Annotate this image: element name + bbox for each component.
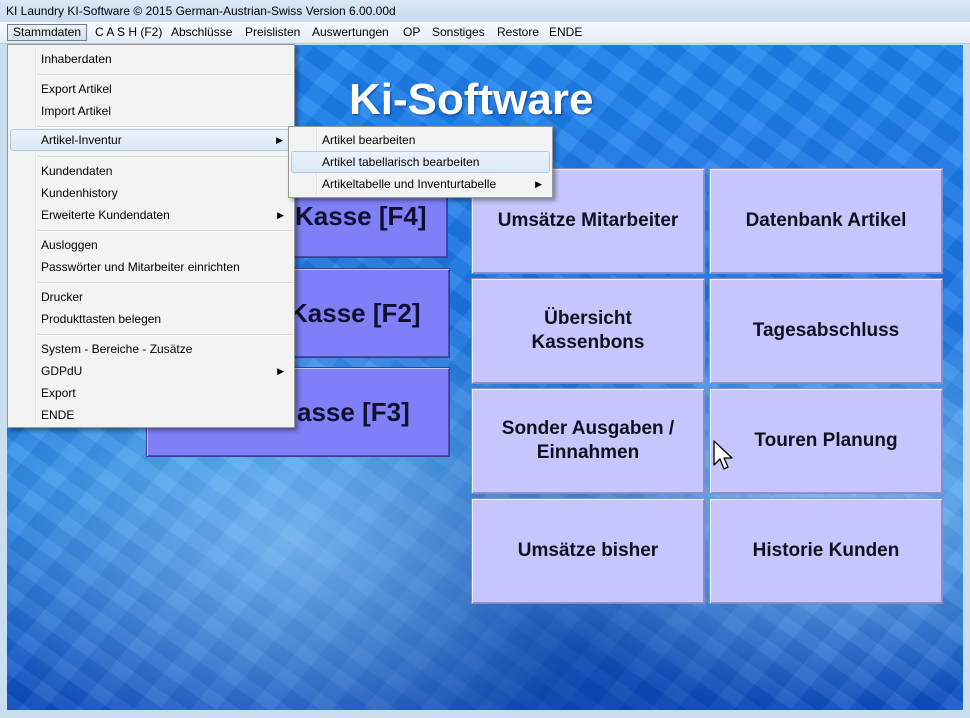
mouse-cursor-icon xyxy=(713,440,733,470)
menu-bar: Stammdaten C A S H (F2) Abschlüsse Preis… xyxy=(0,22,970,44)
tile-touren-planung[interactable]: Touren Planung xyxy=(709,388,943,494)
triangle-right-icon: ▶ xyxy=(535,179,542,189)
menu-separator xyxy=(38,74,292,76)
stammdaten-menu: Inhaberdaten Export Artikel Import Artik… xyxy=(7,44,295,428)
menu-item-gdpdu[interactable]: GDPdU ▶ xyxy=(10,360,292,382)
menu-separator xyxy=(38,126,292,128)
triangle-right-icon: ▶ xyxy=(277,210,284,220)
menu-item-erweiterte-kundendaten[interactable]: Erweiterte Kundendaten ▶ xyxy=(10,204,292,226)
menu-separator xyxy=(38,334,292,336)
menu-op[interactable]: OP xyxy=(398,24,425,41)
tile-umsaetze-bisher[interactable]: Umsätze bisher xyxy=(471,498,705,604)
window-title: KI Laundry KI-Software © 2015 German-Aus… xyxy=(6,4,396,18)
window-title-bar: KI Laundry KI-Software © 2015 German-Aus… xyxy=(0,0,970,22)
menu-item-label: Artikel-Inventur xyxy=(41,133,122,147)
menu-stammdaten[interactable]: Stammdaten xyxy=(7,24,88,41)
window-border-bottom xyxy=(0,710,970,718)
tile-label: Datenbank Artikel xyxy=(745,210,907,231)
tile-tagesabschluss[interactable]: Tagesabschluss xyxy=(709,278,943,384)
menu-auswertungen[interactable]: Auswertungen xyxy=(307,24,394,41)
menu-ende[interactable]: ENDE xyxy=(544,24,587,41)
window-border-right xyxy=(963,45,970,718)
menu-item-export-artikel[interactable]: Export Artikel xyxy=(10,78,292,100)
artikel-inventur-submenu: Artikel bearbeiten Artikel tabellarisch … xyxy=(288,126,553,198)
menu-preislisten[interactable]: Preislisten xyxy=(240,24,305,41)
menu-item-label: GDPdU xyxy=(41,364,83,378)
menu-separator xyxy=(38,282,292,284)
menu-item-kundenhistory[interactable]: Kundenhistory xyxy=(10,182,292,204)
menu-item-import-artikel[interactable]: Import Artikel xyxy=(10,100,292,122)
tile-datenbank-artikel[interactable]: Datenbank Artikel xyxy=(709,168,943,274)
tile-label: Umsätze Mitarbeiter xyxy=(497,210,679,231)
submenu-item-artikel-tabellarisch[interactable]: Artikel tabellarisch bearbeiten xyxy=(291,151,550,173)
kasse-f3-label: asse [F3] xyxy=(297,397,410,427)
menu-separator xyxy=(38,156,292,158)
tile-label: Tagesabschluss xyxy=(752,320,900,341)
triangle-right-icon: ▶ xyxy=(276,135,283,145)
menu-item-export[interactable]: Export xyxy=(10,382,292,404)
menu-restore[interactable]: Restore xyxy=(492,24,544,41)
menu-item-artikel-inventur[interactable]: Artikel-Inventur ▶ xyxy=(10,129,292,151)
submenu-item-artikeltabelle-inventurtabelle[interactable]: Artikeltabelle und Inventurtabelle ▶ xyxy=(291,173,550,195)
menu-item-label: Artikeltabelle und Inventurtabelle xyxy=(322,177,497,191)
menu-item-ende[interactable]: ENDE xyxy=(10,404,292,426)
menu-separator xyxy=(38,230,292,232)
menu-sonstiges[interactable]: Sonstiges xyxy=(427,24,490,41)
kasse-f4-label: Kasse [F4] xyxy=(295,201,427,231)
menu-item-passwoerter-mitarbeiter[interactable]: Passwörter und Mitarbeiter einrichten xyxy=(10,256,292,278)
menu-item-system-bereiche[interactable]: System - Bereiche - Zusätze xyxy=(10,338,292,360)
submenu-item-artikel-bearbeiten[interactable]: Artikel bearbeiten xyxy=(291,129,550,151)
app-heading: Ki-Software xyxy=(349,75,594,124)
menu-item-produkttasten[interactable]: Produkttasten belegen xyxy=(10,308,292,330)
menu-abschluesse[interactable]: Abschlüsse xyxy=(166,24,237,41)
menu-item-ausloggen[interactable]: Ausloggen xyxy=(10,234,292,256)
tile-historie-kunden[interactable]: Historie Kunden xyxy=(709,498,943,604)
tile-uebersicht-kassenbons[interactable]: Übersicht Kassenbons xyxy=(471,278,705,384)
menu-item-inhaberdaten[interactable]: Inhaberdaten xyxy=(10,48,292,70)
tile-label: Touren Planung xyxy=(754,430,898,451)
triangle-right-icon: ▶ xyxy=(277,366,284,376)
tile-label-line1: Sonder Ausgaben / xyxy=(501,418,675,439)
tile-label: Historie Kunden xyxy=(752,540,900,561)
menu-item-label: Erweiterte Kundendaten xyxy=(41,208,170,222)
menu-item-kundendaten[interactable]: Kundendaten xyxy=(10,160,292,182)
tile-label-line2: Kassenbons xyxy=(531,332,645,353)
menu-item-drucker[interactable]: Drucker xyxy=(10,286,292,308)
tile-label: Umsätze bisher xyxy=(517,540,659,561)
menu-cash[interactable]: C A S H (F2) xyxy=(90,24,167,41)
tile-sonder-ausgaben-einnahmen[interactable]: Sonder Ausgaben / Einnahmen xyxy=(471,388,705,494)
tile-label-line2: Einnahmen xyxy=(536,442,640,463)
tile-label-line1: Übersicht xyxy=(544,308,632,329)
kasse-f2-label: Kasse [F2] xyxy=(289,298,421,328)
